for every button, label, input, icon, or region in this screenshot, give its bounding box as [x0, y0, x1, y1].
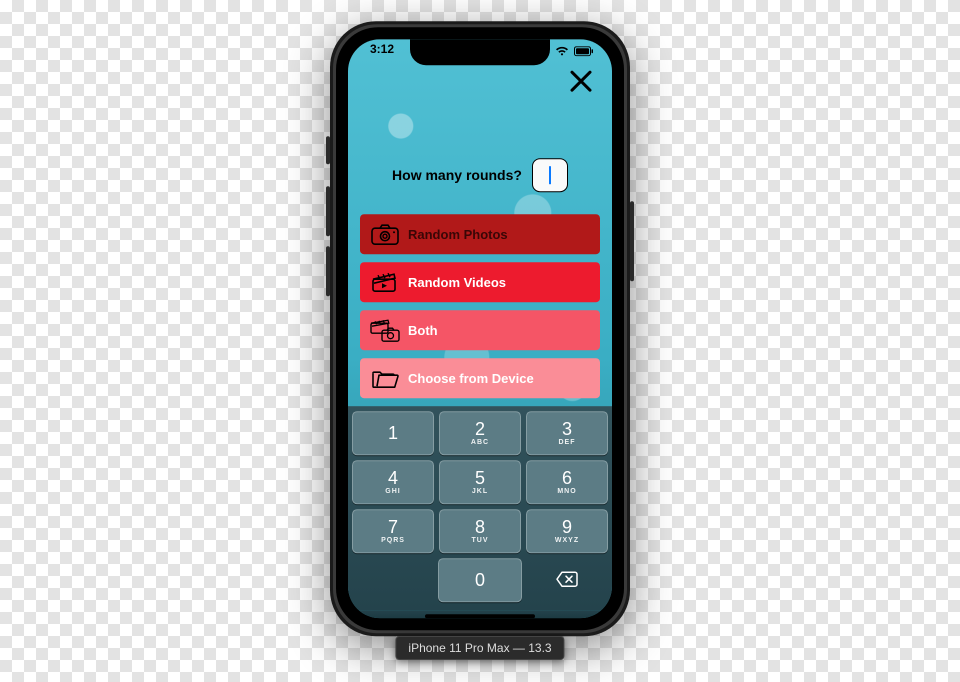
camera-clapper-icon — [370, 316, 400, 344]
volume-up — [326, 186, 330, 236]
device-frame: 3:12 How many rounds? — [330, 21, 630, 636]
option-label: Random Videos — [408, 275, 506, 290]
key-backspace[interactable] — [527, 558, 608, 600]
key-7[interactable]: 7PQRS — [352, 509, 434, 553]
close-button[interactable] — [564, 64, 598, 98]
random-videos-button[interactable]: Random Videos — [360, 262, 600, 302]
option-label: Choose from Device — [408, 371, 534, 386]
rounds-input[interactable] — [532, 158, 568, 192]
option-label: Random Photos — [408, 227, 508, 242]
both-button[interactable]: Both — [360, 310, 600, 350]
battery-icon — [574, 46, 594, 56]
option-label: Both — [408, 323, 438, 338]
random-photos-button[interactable]: Random Photos — [360, 214, 600, 254]
key-4[interactable]: 4GHI — [352, 460, 434, 504]
rounds-label: How many rounds? — [392, 167, 522, 183]
key-3[interactable]: 3DEF — [526, 411, 608, 455]
numeric-keypad: 1 2ABC 3DEF 4GHI 5JKL 6MNO 7PQRS 8TUV 9W… — [348, 406, 612, 610]
key-blank — [352, 558, 433, 600]
mute-switch — [326, 136, 330, 164]
key-1[interactable]: 1 — [352, 411, 434, 455]
clapper-icon — [370, 268, 400, 296]
key-5[interactable]: 5JKL — [439, 460, 521, 504]
choose-from-device-button[interactable]: Choose from Device — [360, 358, 600, 398]
volume-down — [326, 246, 330, 296]
device-caption: iPhone 11 Pro Max — 13.3 — [395, 636, 564, 660]
screen: 3:12 How many rounds? — [348, 39, 612, 618]
text-cursor — [549, 166, 551, 184]
status-time: 3:12 — [370, 42, 394, 56]
backspace-icon — [555, 570, 579, 588]
key-8[interactable]: 8TUV — [439, 509, 521, 553]
key-0[interactable]: 0 — [438, 558, 521, 602]
camera-icon — [370, 220, 400, 248]
key-2[interactable]: 2ABC — [439, 411, 521, 455]
close-icon — [568, 68, 594, 94]
key-9[interactable]: 9WXYZ — [526, 509, 608, 553]
power-button — [630, 201, 634, 281]
home-indicator[interactable] — [348, 610, 612, 618]
wifi-icon — [555, 46, 569, 56]
key-6[interactable]: 6MNO — [526, 460, 608, 504]
status-bar: 3:12 — [348, 39, 612, 58]
folder-icon — [370, 364, 400, 392]
